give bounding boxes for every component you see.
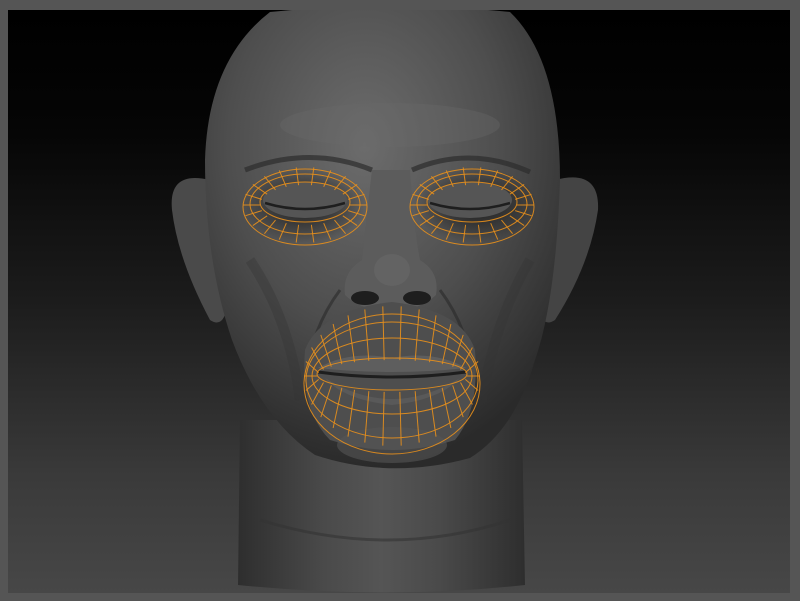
3d-viewport[interactable] [8, 10, 790, 593]
viewport-canvas [171, 10, 599, 593]
window-frame [0, 0, 800, 601]
